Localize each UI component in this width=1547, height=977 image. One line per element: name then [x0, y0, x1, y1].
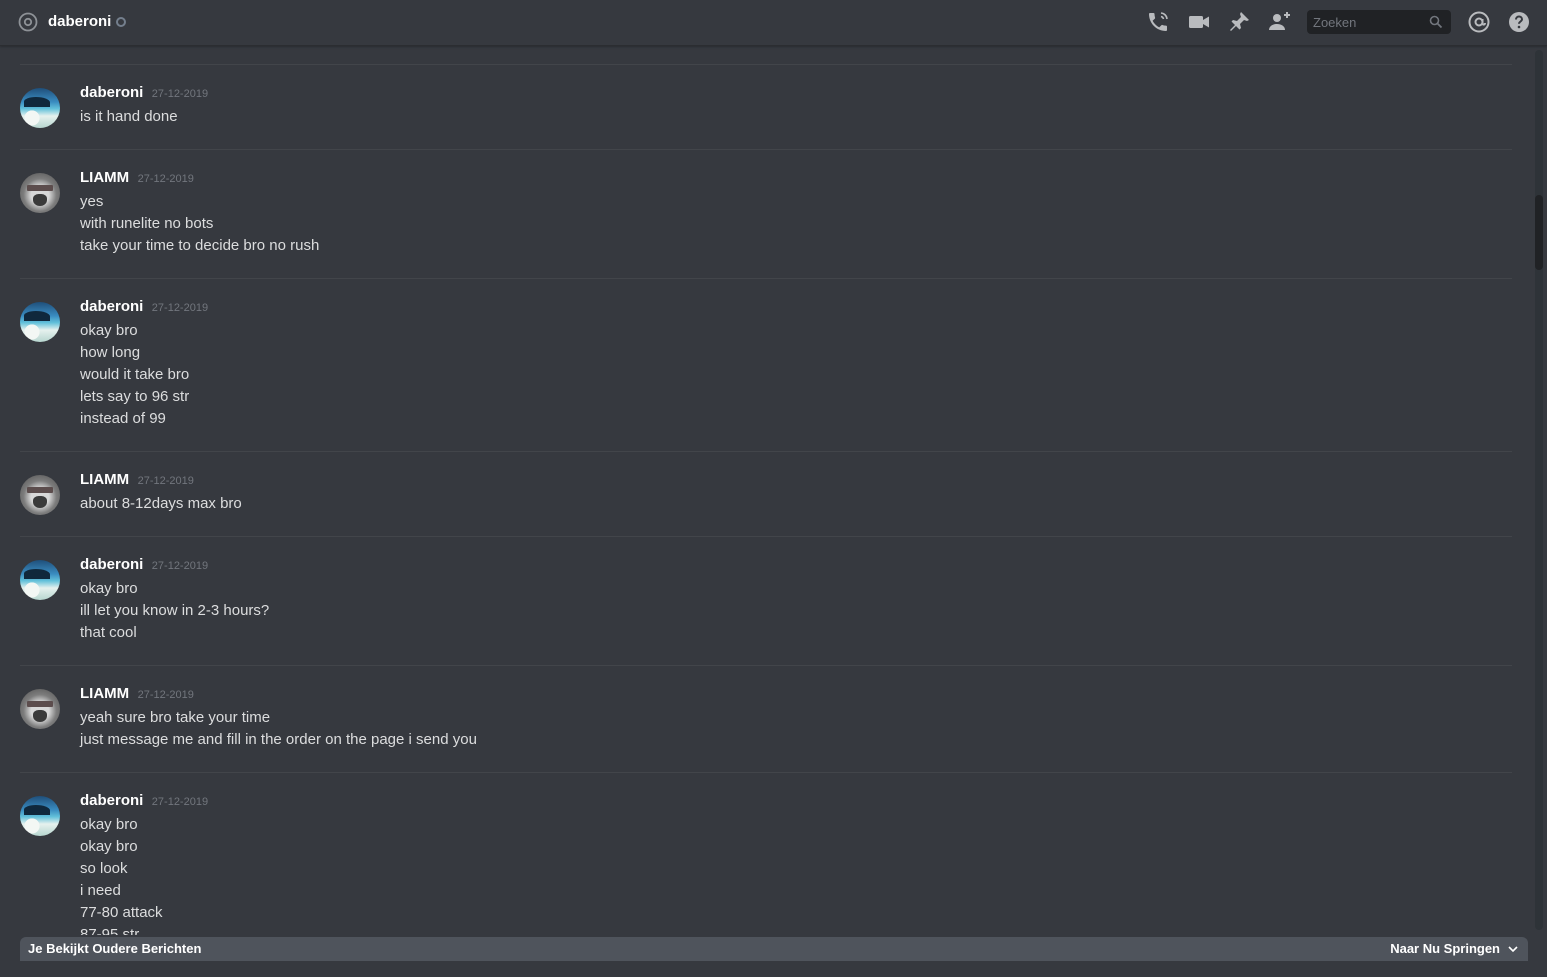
message-text: so look	[80, 860, 128, 877]
scrollbar-track[interactable]	[1535, 50, 1543, 930]
message-text: that cool	[80, 624, 137, 641]
message-text: is it hand done	[80, 108, 178, 125]
message-header: LIAMM 27-12-2019	[80, 169, 194, 189]
message-text: okay bro	[80, 816, 138, 833]
message-text: i need	[80, 882, 121, 899]
message-divider	[20, 149, 1512, 150]
avatar[interactable]	[20, 796, 60, 836]
call-icon[interactable]	[1146, 10, 1170, 34]
jump-label: Naar Nu Springen	[1390, 941, 1500, 956]
message-text: about 8-12days max bro	[80, 495, 242, 512]
avatar[interactable]	[20, 560, 60, 600]
message-text: 77-80 attack	[80, 904, 163, 921]
message-header: daberoni 27-12-2019	[80, 84, 208, 104]
older-messages-label: Je Bekijkt Oudere Berichten	[28, 941, 202, 956]
timestamp: 27-12-2019	[151, 796, 209, 808]
at-icon	[18, 12, 38, 32]
message-text: okay bro	[80, 838, 138, 855]
message-header: LIAMM 27-12-2019	[80, 685, 194, 705]
message-text: okay bro	[80, 580, 138, 597]
message-text: how long	[80, 344, 141, 361]
channel-name: daberoni	[48, 13, 112, 30]
channel-header: daberoni	[0, 0, 1547, 46]
timestamp: 27-12-2019	[137, 475, 194, 487]
message-divider	[20, 665, 1512, 666]
video-icon[interactable]	[1187, 10, 1211, 34]
message-divider	[20, 451, 1512, 452]
message-content: about 8-12days max bro	[80, 493, 242, 515]
message-content: yeah sure bro take your time just messag…	[80, 707, 477, 751]
timestamp: 27-12-2019	[151, 302, 209, 314]
message-text: yes	[80, 193, 104, 210]
search-input[interactable]	[1307, 10, 1427, 34]
message-content: is it hand done	[80, 106, 178, 128]
username[interactable]: LIAMM	[80, 471, 129, 488]
mentions-icon[interactable]	[1467, 10, 1491, 34]
message-content: okay bro how long would it take bro lets…	[80, 320, 189, 430]
status-indicator	[116, 17, 126, 27]
search-icon	[1429, 15, 1443, 29]
scrollbar-thumb[interactable]	[1535, 195, 1543, 270]
message-header: daberoni 27-12-2019	[80, 792, 208, 812]
message-divider	[20, 64, 1512, 65]
message-text: take your time to decide bro no rush	[80, 237, 320, 254]
chevron-down-icon	[1508, 945, 1518, 952]
add-friend-icon[interactable]	[1268, 10, 1292, 34]
username[interactable]: daberoni	[80, 556, 143, 573]
message-divider	[20, 278, 1512, 279]
username[interactable]: LIAMM	[80, 169, 129, 186]
timestamp: 27-12-2019	[137, 689, 194, 701]
username[interactable]: daberoni	[80, 792, 143, 809]
avatar[interactable]	[20, 689, 60, 729]
message-text: ill let you know in 2-3 hours?	[80, 602, 270, 619]
avatar[interactable]	[20, 88, 60, 128]
avatar[interactable]	[20, 173, 60, 213]
message-list[interactable]: daberoni 27-12-2019 is it hand done LIAM…	[0, 47, 1533, 935]
older-messages-bar: Je Bekijkt Oudere Berichten Naar Nu Spri…	[20, 937, 1528, 961]
message-divider	[20, 772, 1512, 773]
message-text: instead of 99	[80, 410, 166, 427]
message-text: just message me and fill in the order on…	[80, 731, 477, 748]
message-content: okay bro ill let you know in 2-3 hours? …	[80, 578, 269, 644]
avatar[interactable]	[20, 475, 60, 515]
message-text: yeah sure bro take your time	[80, 709, 271, 726]
timestamp: 27-12-2019	[151, 88, 209, 100]
message-header: daberoni 27-12-2019	[80, 556, 208, 576]
message-text: would it take bro	[80, 366, 190, 383]
username[interactable]: daberoni	[80, 298, 143, 315]
message-content: yes with runelite no bots take your time…	[80, 191, 319, 257]
timestamp: 27-12-2019	[151, 560, 209, 572]
message-text: lets say to 96 str	[80, 388, 190, 405]
message-text: with runelite no bots	[80, 215, 214, 232]
message-divider	[20, 536, 1512, 537]
username[interactable]: LIAMM	[80, 685, 129, 702]
message-header: LIAMM 27-12-2019	[80, 471, 194, 491]
username[interactable]: daberoni	[80, 84, 143, 101]
message-text: 87-95 str	[80, 926, 140, 935]
message-text: okay bro	[80, 322, 138, 339]
pin-icon[interactable]	[1227, 10, 1251, 34]
jump-to-present-button[interactable]: Naar Nu Springen	[1390, 941, 1518, 956]
timestamp: 27-12-2019	[137, 173, 194, 185]
search-box[interactable]	[1307, 10, 1451, 34]
help-icon[interactable]	[1507, 10, 1531, 34]
avatar[interactable]	[20, 302, 60, 342]
message-content: okay bro okay bro so look i need 77-80 a…	[80, 814, 163, 935]
message-header: daberoni 27-12-2019	[80, 298, 208, 318]
